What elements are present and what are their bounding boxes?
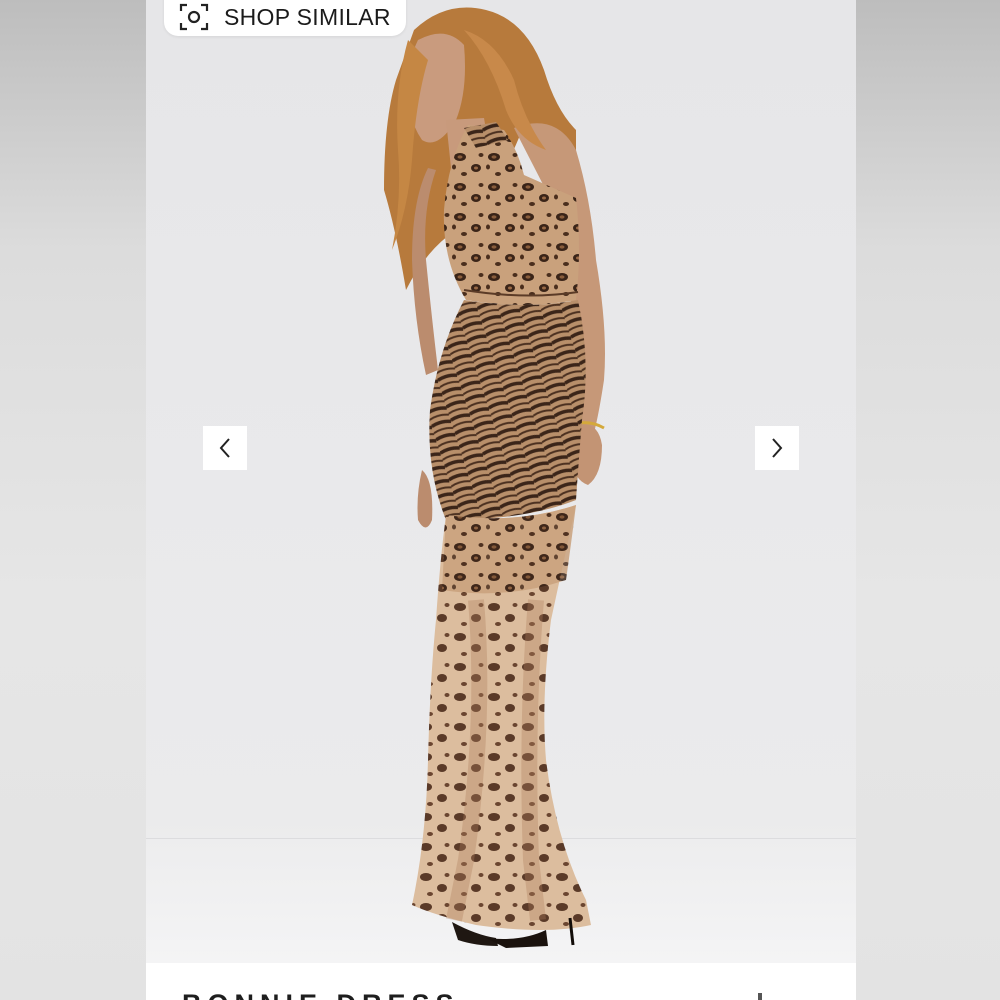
shop-similar-button[interactable]: SHOP SIMILAR	[164, 0, 406, 36]
product-photo	[146, 0, 856, 963]
model-in-leopard-dress	[384, 7, 605, 948]
product-title: BONNIE DRESS	[182, 989, 460, 1000]
chevron-right-icon	[772, 438, 783, 458]
product-info-panel: BONNIE DRESS	[146, 963, 856, 1000]
chevron-left-icon	[219, 438, 230, 458]
next-image-button[interactable]	[755, 426, 799, 470]
camera-scan-icon	[178, 1, 210, 33]
shop-similar-label: SHOP SIMILAR	[224, 3, 391, 30]
previous-image-button[interactable]	[203, 426, 247, 470]
share-icon[interactable]	[758, 993, 762, 1000]
left-backdrop	[0, 0, 146, 1000]
right-backdrop	[856, 0, 1000, 1000]
